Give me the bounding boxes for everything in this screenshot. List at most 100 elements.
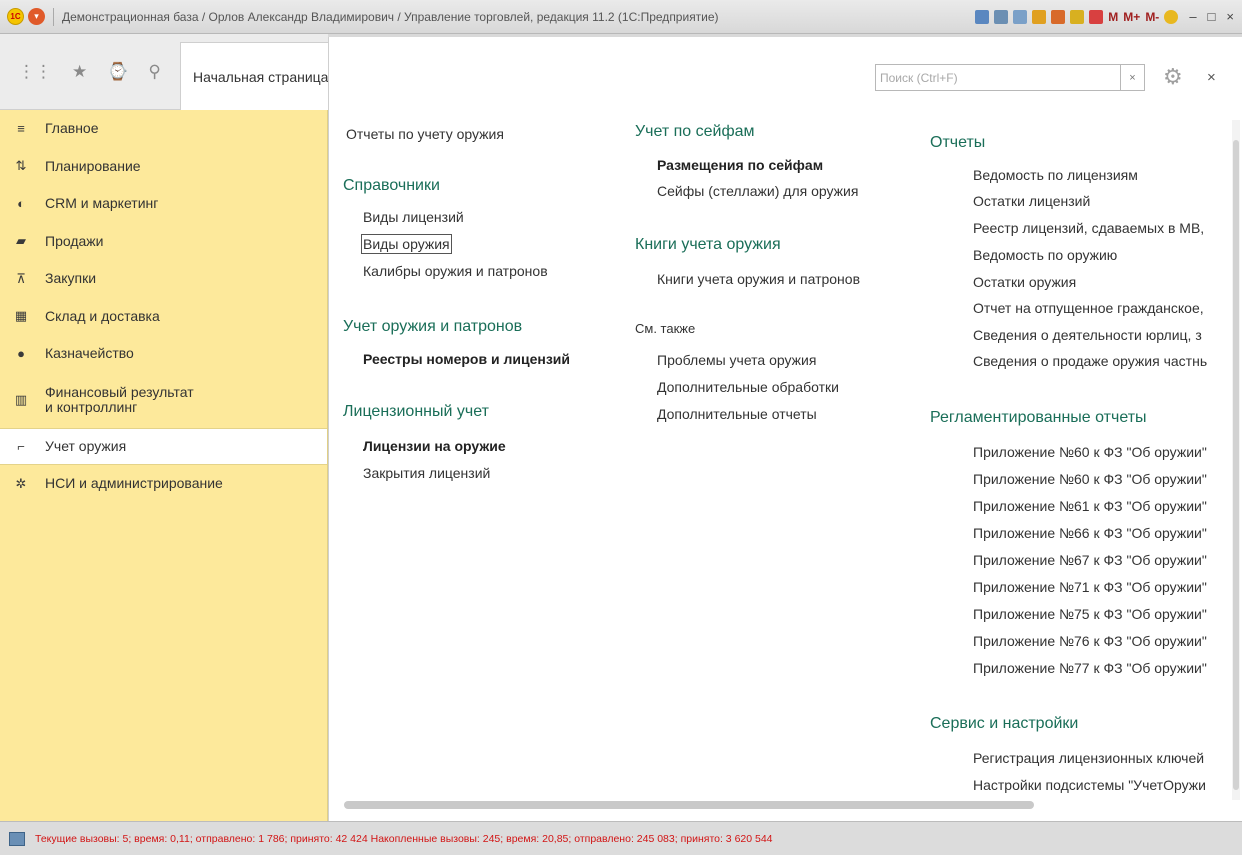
crm-icon: ◐ (17, 196, 25, 212)
link-weapon-licenses[interactable]: Лицензии на оружие (363, 438, 506, 454)
section-title: Лицензионный учет (343, 403, 489, 420)
link-license-keys[interactable]: Регистрация лицензионных ключей (973, 750, 1204, 766)
link-regulated-report[interactable]: Приложение №61 к ФЗ "Об оружии" (973, 498, 1207, 514)
link-safe-placements[interactable]: Размещения по сейфам (657, 157, 823, 173)
section-title: Книги учета оружия (635, 236, 781, 253)
horizontal-scrollbar-thumb[interactable] (344, 801, 1034, 809)
maximize-button[interactable]: □ (1208, 9, 1216, 24)
preview-icon[interactable] (1013, 9, 1028, 24)
link-safes[interactable]: Сейфы (стеллажи) для оружия (657, 183, 858, 199)
section-title: Учет оружия и патронов (343, 318, 523, 335)
divider (53, 7, 54, 26)
sidebar-item-label: Планирование (45, 157, 141, 174)
sidebar-item-sales[interactable]: ▰ Продажи (0, 223, 327, 261)
link-report[interactable]: Остатки оружия (973, 274, 1076, 290)
performance-status-text: Текущие вызовы: 5; время: 0,11; отправле… (35, 832, 773, 845)
link-regulated-report[interactable]: Приложение №66 к ФЗ "Об оружии" (973, 525, 1207, 541)
warehouse-icon: ▦ (14, 308, 28, 324)
app-logo-icon: 1С (7, 8, 24, 25)
status-bar: Текущие вызовы: 5; время: 0,11; отправле… (0, 821, 1242, 855)
section-panel: Поиск (Ctrl+F) × ⚙ × Отчеты по учету ору… (328, 37, 1242, 821)
menu-lines-icon: ≡ (17, 121, 25, 137)
link-calibers[interactable]: Калибры оружия и патронов (363, 263, 548, 279)
see-also-title: См. также (635, 321, 696, 336)
sidebar-item-finance[interactable]: ▥ Финансовый результат и контроллинг (0, 373, 327, 428)
link-regulated-report[interactable]: Приложение №60 к ФЗ "Об оружии" (973, 444, 1207, 460)
link-weapon-reports[interactable]: Отчеты по учету оружия (346, 126, 504, 142)
vertical-scrollbar-thumb[interactable] (1233, 140, 1239, 790)
close-panel-button[interactable]: × (1207, 69, 1216, 86)
link-regulated-report[interactable]: Приложение №76 к ФЗ "Об оружии" (973, 633, 1207, 649)
sidebar-item-label: Главное (45, 120, 99, 137)
cart-icon: ⊼ (16, 270, 26, 286)
info-icon[interactable] (1164, 9, 1179, 24)
gear-icon: ✲ (15, 475, 27, 491)
sidebar-item-planning[interactable]: ⇅ Планирование (0, 148, 327, 186)
link-report[interactable]: Сведения о деятельности юрлиц, з (973, 327, 1202, 343)
sidebar-item-label: Закупки (45, 270, 97, 287)
link-weapon-types[interactable]: Виды оружия (361, 234, 452, 254)
sidebar-item-warehouse[interactable]: ▦ Склад и доставка (0, 298, 327, 336)
history-icon[interactable] (1051, 9, 1066, 24)
link-report[interactable]: Ведомость по оружию (973, 247, 1117, 263)
save-icon[interactable] (975, 9, 990, 24)
link-license-closures[interactable]: Закрытия лицензий (363, 465, 490, 481)
sidebar-item-label: Продажи (45, 232, 104, 249)
link-weapon-problems[interactable]: Проблемы учета оружия (657, 352, 816, 368)
settings-gear-icon[interactable]: ⚙ (1163, 64, 1183, 90)
favorites-star-icon[interactable]: ★ (72, 62, 87, 82)
sidebar-item-crm[interactable]: ◐ CRM и маркетинг (0, 185, 327, 223)
link-regulated-report[interactable]: Приложение №71 к ФЗ "Об оружии" (973, 579, 1207, 595)
section-toolbar-icons: ⋮⋮ ★ ⌚ ⚲ (18, 62, 161, 82)
title-bar: 1С ▾ Демонстрационная база / Орлов Алекс… (0, 0, 1242, 34)
section-toolbar: ⋮⋮ ★ ⌚ ⚲ Начальная страница (0, 34, 330, 110)
sidebar-item-label: НСИ и администрирование (45, 475, 223, 492)
calendar-icon[interactable] (1089, 9, 1104, 24)
sidebar-item-weapons[interactable]: ⌐ Учет оружия (0, 427, 327, 465)
main-menu-button[interactable]: ▾ (28, 8, 45, 25)
sidebar-item-admin[interactable]: ✲ НСИ и администрирование (0, 465, 327, 503)
treasury-icon: ● (17, 346, 25, 362)
link-report[interactable]: Отчет на отпущенное гражданское, (973, 300, 1204, 316)
search-icon[interactable]: ⚲ (148, 62, 160, 82)
sidebar-item-purchases[interactable]: ⊼ Закупки (0, 260, 327, 298)
link-report[interactable]: Реестр лицензий, сдаваемых в МВ, (973, 220, 1204, 236)
favorites-add-icon[interactable] (1032, 9, 1047, 24)
section-title: Учет по сейфам (635, 123, 755, 140)
bag-icon: ▰ (16, 233, 26, 249)
link-extra-processing[interactable]: Дополнительные обработки (657, 379, 839, 395)
link-report[interactable]: Ведомость по лицензиям (973, 167, 1138, 183)
link-regulated-report[interactable]: Приложение №60 к ФЗ "Об оружии" (973, 471, 1207, 487)
sections-sidebar: ≡ Главное ⇅ Планирование ◐ CRM и маркети… (0, 110, 328, 821)
sidebar-item-label: Склад и доставка (45, 307, 160, 324)
sidebar-item-main[interactable]: ≡ Главное (0, 110, 327, 148)
monitor-icon[interactable] (9, 831, 25, 846)
search-input[interactable]: Поиск (Ctrl+F) (875, 64, 1121, 91)
link-number-registers[interactable]: Реестры номеров и лицензий (363, 351, 570, 367)
link-regulated-report[interactable]: Приложение №67 к ФЗ "Об оружии" (973, 552, 1207, 568)
close-window-button[interactable]: × (1226, 9, 1234, 24)
link-regulated-report[interactable]: Приложение №75 к ФЗ "Об оружии" (973, 606, 1207, 622)
weapon-icon: ⌐ (17, 438, 25, 454)
search-clear-button[interactable]: × (1121, 64, 1145, 91)
section-title: Справочники (343, 177, 440, 194)
sidebar-item-treasury[interactable]: ● Казначейство (0, 335, 327, 373)
memory-plus-button[interactable]: M+ (1123, 10, 1140, 24)
link-regulated-report[interactable]: Приложение №77 к ФЗ "Об оружии" (973, 660, 1207, 676)
link-license-types[interactable]: Виды лицензий (363, 209, 464, 225)
link-report[interactable]: Остатки лицензий (973, 193, 1090, 209)
history-icon[interactable]: ⌚ (107, 62, 128, 82)
link-report[interactable]: Сведения о продаже оружия частнь (973, 353, 1207, 369)
apps-grid-icon[interactable]: ⋮⋮ (18, 62, 52, 82)
memory-button[interactable]: M (1108, 10, 1118, 24)
sidebar-item-label: Финансовый результат и контроллинг (45, 384, 194, 415)
section-title: Отчеты (930, 134, 986, 151)
memory-minus-button[interactable]: M- (1145, 10, 1159, 24)
minimize-button[interactable]: – (1189, 9, 1196, 24)
link-weapon-books[interactable]: Книги учета оружия и патронов (657, 271, 860, 287)
link-extra-reports[interactable]: Дополнительные отчеты (657, 406, 817, 422)
link-subsystem-settings[interactable]: Настройки подсистемы "УчетОружи (973, 777, 1206, 793)
tab-start-page[interactable]: Начальная страница (180, 42, 330, 110)
print-icon[interactable] (994, 9, 1009, 24)
calculator-icon[interactable] (1070, 9, 1085, 24)
